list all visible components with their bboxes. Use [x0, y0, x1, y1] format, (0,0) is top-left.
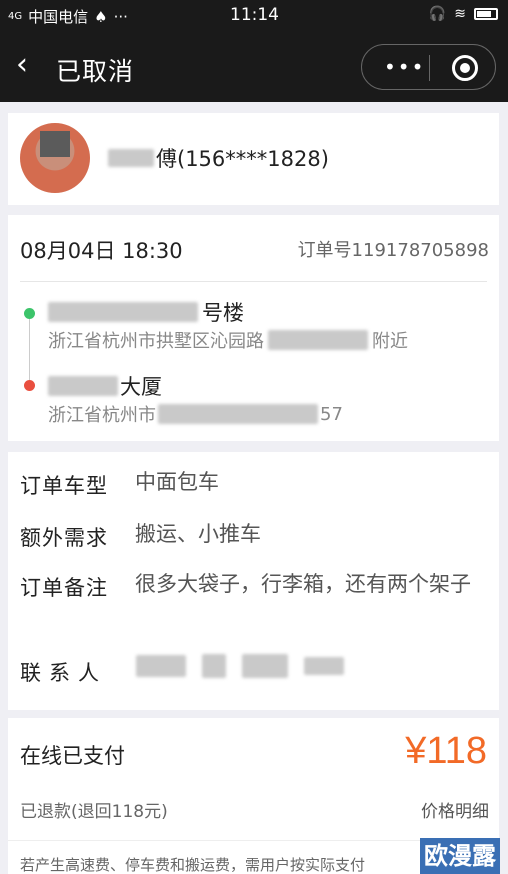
order-datetime: 08月04日 18:30 — [20, 239, 183, 263]
close-target-icon[interactable] — [452, 55, 478, 81]
vehicle-type-value: 中面包车 — [135, 470, 219, 494]
driver-card: 傅(156****1828) — [8, 113, 499, 205]
extra-requirements-label: 额外需求 — [20, 526, 108, 550]
status-left: 4G 中国电信 ♠ ··· — [8, 6, 128, 27]
driver-info: 傅(156****1828) — [108, 143, 329, 173]
fee-note: 若产生高速费、停车费和搬运费，需用户按实际支付 — [20, 856, 366, 874]
more-notifications-icon: ··· — [113, 7, 128, 26]
chevron-left-icon[interactable]: ‹ — [16, 50, 38, 84]
route-line — [29, 319, 30, 381]
status-time: 11:14 — [230, 5, 279, 25]
price-detail-link[interactable]: 价格明细 — [421, 797, 489, 822]
end-point-dot — [24, 380, 35, 391]
refund-info: 已退款(退回118元) — [20, 802, 168, 822]
from-name: 号楼 — [48, 297, 244, 327]
battery-icon — [474, 8, 498, 20]
headphone-icon: 🎧 — [428, 6, 447, 22]
top-bar: 4G 中国电信 ♠ ··· 11:14 🎧 ≋ ‹ 已取消 ••• — [0, 0, 508, 102]
redacted-text — [136, 655, 186, 677]
contact-redacted — [136, 654, 344, 678]
more-icon[interactable]: ••• — [384, 55, 425, 79]
redacted-text — [108, 149, 154, 167]
nav-bar: ‹ 已取消 ••• — [0, 36, 508, 98]
from-address: 浙江省杭州市拱墅区沁园路 附近 — [48, 330, 408, 352]
status-right: 🎧 ≋ — [429, 6, 498, 22]
page-title: 已取消 — [56, 57, 135, 86]
order-details-card: 订单车型 中面包车 额外需求 搬运、小推车 订单备注 很多大袋子，行李箱，还有两… — [8, 452, 499, 710]
extra-requirements-value: 搬运、小推车 — [135, 522, 261, 546]
status-bar: 4G 中国电信 ♠ ··· 11:14 🎧 ≋ — [0, 0, 508, 32]
vehicle-type-label: 订单车型 — [20, 474, 108, 498]
redacted-text — [48, 376, 118, 396]
wifi-icon: ≋ — [454, 6, 466, 22]
order-route-card: 08月04日 18:30 订单号119178705898 号楼 浙江省杭州市拱墅… — [8, 215, 499, 441]
redacted-text — [242, 654, 288, 678]
payment-status: 在线已支付 — [20, 744, 125, 768]
signal-indicator: 4G — [8, 10, 23, 22]
to-address: 浙江省杭州市 57 — [48, 403, 343, 427]
capsule-divider — [429, 55, 430, 81]
watermark: 欧漫露 — [420, 838, 500, 874]
driver-name-phone: 傅(156****1828) — [156, 147, 329, 171]
order-remark-label: 订单备注 — [20, 576, 108, 600]
redacted-text — [268, 330, 368, 350]
to-name: 大厦 — [48, 371, 162, 401]
redacted-text — [202, 654, 226, 678]
driver-avatar — [20, 123, 90, 193]
order-number: 订单号119178705898 — [297, 240, 489, 261]
divider — [20, 281, 487, 282]
redacted-text — [304, 657, 344, 675]
redacted-text — [48, 302, 198, 322]
redacted-text — [158, 404, 318, 424]
order-remark-value: 很多大袋子，行李箱，还有两个架子 — [135, 572, 471, 596]
payment-amount: ¥118 — [405, 730, 487, 772]
start-point-dot — [24, 308, 35, 319]
notification-icon: ♠ — [94, 7, 108, 26]
contact-label: 联系人 — [20, 661, 107, 685]
carrier-name: 中国电信 — [28, 8, 89, 26]
mini-program-capsule: ••• — [361, 44, 496, 90]
